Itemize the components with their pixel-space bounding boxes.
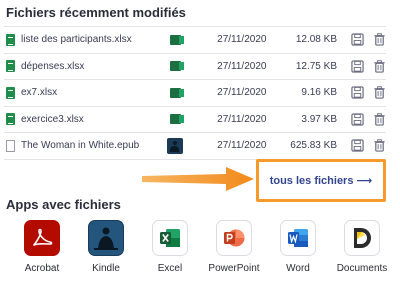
file-size: 9.16 KB bbox=[301, 87, 337, 99]
app-label: Documents bbox=[336, 263, 388, 274]
powerpoint-icon bbox=[216, 220, 252, 256]
file-row[interactable]: dépenses.xlsx 27/11/2020 12.75 KB bbox=[4, 54, 386, 80]
app-label: Kindle bbox=[92, 263, 120, 274]
file-name[interactable]: The Woman in White.epub bbox=[21, 140, 139, 151]
word-icon bbox=[280, 220, 316, 256]
excel-icon bbox=[152, 220, 188, 256]
all-files-link[interactable]: tous les fichiers ⟶ bbox=[270, 174, 373, 187]
save-icon[interactable] bbox=[351, 33, 364, 46]
app-label: PowerPoint bbox=[208, 263, 260, 274]
file-date: 27/11/2020 bbox=[217, 60, 267, 72]
save-icon[interactable] bbox=[351, 60, 364, 73]
excel-icon bbox=[169, 114, 184, 125]
file-size: 625.83 KB bbox=[290, 140, 337, 152]
app-word[interactable]: Word bbox=[266, 220, 330, 274]
file-date: 27/11/2020 bbox=[217, 34, 267, 46]
apps-list: Acrobat Kindle Excel PowerPoint Word Doc… bbox=[10, 220, 400, 274]
file-date: 27/11/2020 bbox=[217, 113, 267, 125]
spreadsheet-file-icon bbox=[6, 33, 15, 46]
file-row[interactable]: exercice3.xlsx 27/11/2020 3.97 KB bbox=[4, 107, 386, 133]
kindle-icon bbox=[167, 137, 184, 154]
file-size: 3.97 KB bbox=[301, 113, 337, 125]
recent-files-title: Fichiers récemment modifiés bbox=[6, 5, 186, 20]
excel-icon bbox=[169, 87, 184, 98]
save-icon[interactable] bbox=[351, 113, 364, 126]
app-label: Acrobat bbox=[24, 263, 60, 274]
all-files-highlight: tous les fichiers ⟶ bbox=[256, 159, 386, 202]
file-row[interactable]: The Woman in White.epub 27/11/2020 625.8… bbox=[4, 133, 386, 160]
documents-icon bbox=[344, 220, 380, 256]
spreadsheet-file-icon bbox=[6, 113, 15, 126]
kindle-icon bbox=[88, 220, 124, 256]
file-name[interactable]: exercice3.xlsx bbox=[21, 114, 84, 125]
trash-icon[interactable] bbox=[373, 113, 386, 126]
acrobat-icon bbox=[24, 220, 60, 256]
file-row[interactable]: liste des participants.xlsx 27/11/2020 1… bbox=[4, 26, 386, 54]
file-date: 27/11/2020 bbox=[217, 87, 267, 99]
file-row[interactable]: ex7.xlsx 27/11/2020 9.16 KB bbox=[4, 80, 386, 107]
app-powerpoint[interactable]: PowerPoint bbox=[202, 220, 266, 274]
trash-icon[interactable] bbox=[373, 60, 386, 73]
app-acrobat[interactable]: Acrobat bbox=[10, 220, 74, 274]
file-size: 12.08 KB bbox=[295, 34, 337, 46]
app-kindle[interactable]: Kindle bbox=[74, 220, 138, 274]
document-file-icon bbox=[6, 139, 15, 152]
trash-icon[interactable] bbox=[373, 33, 386, 46]
save-icon[interactable] bbox=[351, 139, 364, 152]
file-date: 27/11/2020 bbox=[217, 140, 267, 152]
save-icon[interactable] bbox=[351, 86, 364, 99]
apps-section-title: Apps avec fichiers bbox=[6, 197, 121, 212]
excel-icon bbox=[169, 61, 184, 72]
trash-icon[interactable] bbox=[373, 139, 386, 152]
file-name[interactable]: ex7.xlsx bbox=[21, 87, 57, 98]
file-name[interactable]: dépenses.xlsx bbox=[21, 61, 84, 72]
file-size: 12.75 KB bbox=[295, 60, 337, 72]
app-excel[interactable]: Excel bbox=[138, 220, 202, 274]
app-label: Word bbox=[286, 263, 310, 274]
spreadsheet-file-icon bbox=[6, 86, 15, 99]
recent-files-list: liste des participants.xlsx 27/11/2020 1… bbox=[4, 26, 386, 160]
app-documents[interactable]: Documents bbox=[330, 220, 394, 274]
annotation-arrow-icon bbox=[142, 167, 254, 191]
excel-icon bbox=[169, 34, 184, 45]
file-name[interactable]: liste des participants.xlsx bbox=[21, 34, 132, 45]
spreadsheet-file-icon bbox=[6, 60, 15, 73]
trash-icon[interactable] bbox=[373, 86, 386, 99]
app-label: Excel bbox=[157, 263, 183, 274]
